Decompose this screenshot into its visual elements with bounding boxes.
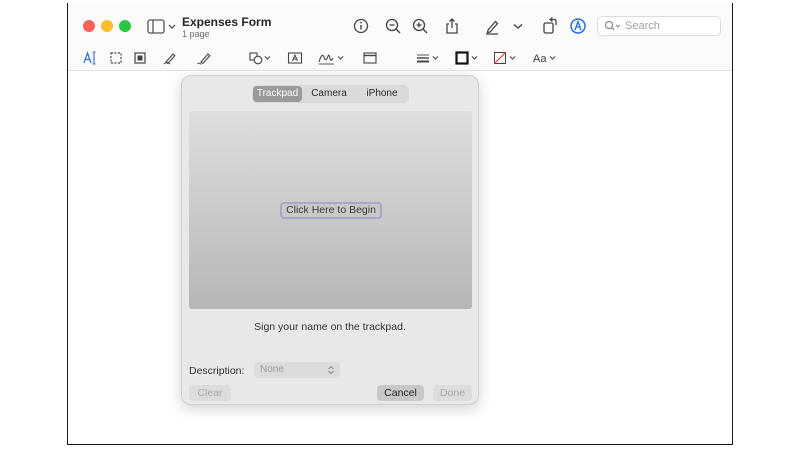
preview-window: Expenses Form 1 page Search Aa Trackpad … bbox=[67, 3, 733, 445]
chevron-up-down-icon bbox=[328, 365, 334, 375]
description-label: Description: bbox=[189, 365, 245, 377]
rotate-icon bbox=[543, 17, 557, 34]
highlight-button[interactable] bbox=[482, 16, 502, 36]
cancel-button[interactable]: Cancel bbox=[377, 385, 424, 401]
draw-tool[interactable] bbox=[196, 50, 212, 66]
document-title: Expenses Form bbox=[182, 15, 272, 29]
rectangle-selection-tool[interactable] bbox=[108, 50, 124, 66]
info-icon bbox=[353, 18, 369, 34]
tab-iphone[interactable]: iPhone bbox=[356, 86, 408, 102]
zoom-in-button[interactable] bbox=[410, 16, 430, 36]
smart-lasso-icon bbox=[134, 52, 146, 64]
description-value: None bbox=[260, 364, 284, 375]
chevron-down-icon bbox=[513, 23, 523, 29]
close-window-button[interactable] bbox=[83, 20, 95, 32]
border-color-icon bbox=[455, 51, 478, 65]
minimize-window-button[interactable] bbox=[101, 20, 113, 32]
line-style-menu[interactable] bbox=[415, 50, 441, 66]
rotate-button[interactable] bbox=[540, 16, 560, 36]
clear-button[interactable]: Clear bbox=[189, 385, 231, 401]
input-source-segmented-control: Trackpad Camera iPhone bbox=[252, 85, 409, 103]
shapes-icon bbox=[249, 52, 271, 65]
markup-toggle-button[interactable] bbox=[568, 16, 588, 36]
zoom-out-button[interactable] bbox=[383, 16, 403, 36]
text-style-icon: Aa bbox=[533, 53, 556, 65]
signature-pad[interactable]: Click Here to Begin bbox=[189, 111, 472, 309]
text-selection-tool[interactable] bbox=[82, 50, 98, 66]
markup-icon bbox=[570, 18, 586, 34]
share-icon bbox=[446, 18, 458, 34]
text-selection-icon bbox=[83, 51, 96, 65]
search-icon bbox=[604, 20, 621, 31]
markup-toolbar: Aa bbox=[68, 45, 732, 71]
sidebar-icon bbox=[147, 19, 176, 34]
sidebar-toggle-button[interactable] bbox=[146, 18, 178, 36]
text-style-label: Aa bbox=[533, 53, 547, 65]
share-button[interactable] bbox=[442, 16, 462, 36]
fill-color-icon bbox=[494, 52, 516, 64]
text-box-tool[interactable] bbox=[287, 50, 303, 66]
note-icon bbox=[363, 52, 377, 64]
sketch-tool[interactable] bbox=[162, 50, 178, 66]
search-field[interactable]: Search bbox=[597, 16, 721, 36]
signature-tool[interactable] bbox=[317, 50, 347, 66]
smart-lasso-tool[interactable] bbox=[132, 50, 148, 66]
search-placeholder: Search bbox=[625, 20, 660, 32]
document-page-count: 1 page bbox=[182, 29, 210, 39]
zoom-in-icon bbox=[412, 18, 428, 34]
note-tool[interactable] bbox=[362, 50, 378, 66]
maximize-window-button[interactable] bbox=[119, 20, 131, 32]
description-select[interactable]: None bbox=[254, 362, 340, 378]
border-color-menu[interactable] bbox=[454, 50, 480, 66]
sketch-icon bbox=[163, 53, 176, 65]
signature-popover: Trackpad Camera iPhone Click Here to Beg… bbox=[181, 75, 479, 405]
line-style-icon bbox=[417, 54, 439, 63]
rectangle-selection-icon bbox=[110, 52, 122, 64]
highlight-menu-button[interactable] bbox=[511, 16, 525, 36]
info-button[interactable] bbox=[351, 16, 371, 36]
shapes-tool[interactable] bbox=[248, 50, 272, 66]
draw-icon bbox=[197, 53, 211, 65]
text-style-menu[interactable]: Aa bbox=[532, 50, 558, 66]
fill-color-menu[interactable] bbox=[492, 50, 518, 66]
tab-camera[interactable]: Camera bbox=[303, 86, 355, 102]
text-box-icon bbox=[287, 52, 303, 64]
done-button[interactable]: Done bbox=[433, 385, 472, 401]
zoom-out-icon bbox=[385, 18, 401, 34]
title-bar: Expenses Form 1 page Search bbox=[68, 3, 732, 45]
highlight-pen-icon bbox=[486, 20, 499, 35]
tab-trackpad[interactable]: Trackpad bbox=[253, 86, 302, 102]
signature-icon bbox=[318, 54, 344, 65]
signature-hint: Sign your name on the trackpad. bbox=[254, 321, 406, 333]
click-to-begin-button[interactable]: Click Here to Begin bbox=[280, 202, 382, 219]
